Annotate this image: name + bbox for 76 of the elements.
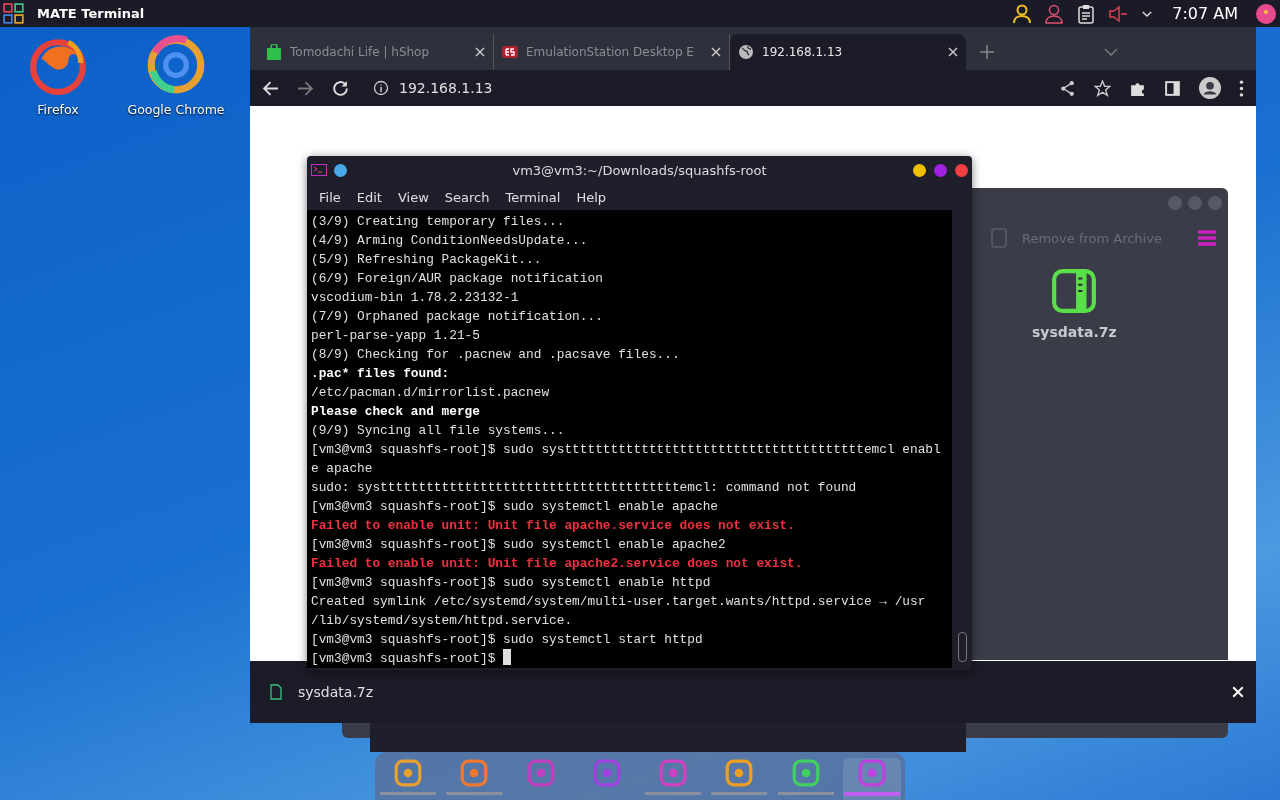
sticky-dot-icon[interactable]: [334, 163, 347, 177]
window-title: vm3@vm3:~/Downloads/squashfs-root: [512, 162, 767, 178]
terminal-line: [vm3@vm3 squashfs-root]$ sudo systemctl enable apache2: [311, 537, 726, 552]
close-button[interactable]: [955, 163, 968, 177]
browser-tab[interactable]: 192.168.1.13: [730, 34, 966, 70]
close-icon[interactable]: [711, 47, 721, 57]
terminal-line: [vm3@vm3 squashfs-root]$ sudo systemctl enable apache: [311, 499, 718, 514]
terminal-line: sudo: systttttttttttttttttttttttttttttttttttttttemcl: command not found: [311, 480, 857, 495]
minimize-button[interactable]: [913, 163, 926, 177]
share-icon[interactable]: [1059, 79, 1076, 97]
address-bar[interactable]: 192.168.1.13: [373, 80, 493, 96]
terminal-line: e apache: [311, 461, 373, 476]
desktop-icon-label[interactable]: Google Chrome: [127, 102, 225, 117]
scrollbar-thumb[interactable]: [958, 632, 967, 662]
terminal-line: (5/9) Refreshing PackageKit...: [311, 252, 542, 267]
more-options-icon[interactable]: [1239, 79, 1244, 97]
terminal-line: [vm3@vm3 squashfs-root]$ sudo systemctl enable httpd: [311, 575, 711, 590]
terminal-icon: [311, 164, 327, 176]
window-control-icon[interactable]: [1208, 196, 1222, 210]
plus-icon[interactable]: [980, 45, 994, 59]
back-arrow-icon[interactable]: [262, 79, 279, 97]
speaker-muted-icon[interactable]: [1108, 3, 1129, 24]
terminal-line: [vm3@vm3 squashfs-root]$: [311, 651, 497, 666]
terminal-line: Created symlink /etc/systemd/system/multi-user.target.wants/httpd.service → /usr: [311, 594, 926, 609]
terminal-line: /lib/systemd/system/httpd.service.: [311, 613, 573, 628]
globe-icon: [738, 44, 754, 60]
active-app-title: MATE Terminal: [37, 6, 145, 21]
terminal-line: .pac* files found:: [311, 366, 450, 381]
avatar-icon[interactable]: [1256, 3, 1276, 24]
person-icon[interactable]: [1044, 3, 1065, 24]
file-icon: [270, 684, 282, 700]
info-icon: [373, 80, 389, 96]
maximize-button[interactable]: [934, 163, 947, 177]
menu-item[interactable]: Search: [436, 189, 498, 205]
clock: 7:07 AM: [1172, 4, 1238, 23]
terminal-line: (9/9) Syncing all file systems...: [311, 423, 565, 438]
menu-item[interactable]: Edit: [348, 189, 390, 205]
close-icon[interactable]: [948, 47, 958, 57]
app-grid-icon[interactable]: [3, 2, 25, 25]
zip-archive-icon[interactable]: [1051, 268, 1098, 314]
terminal-line: /etc/pacman.d/mirrorlist.pacnew: [311, 385, 550, 400]
archive-file-name[interactable]: sysdata.7z: [1032, 324, 1117, 340]
terminal-line: Please check and merge: [311, 404, 480, 419]
forward-arrow-icon[interactable]: [297, 79, 314, 97]
terminal-line: (8/9) Checking for .pacnew and .pacsave files...: [311, 347, 680, 362]
terminal-line: (6/9) Foreign/AUR package notification: [311, 271, 603, 286]
menu-item[interactable]: View: [389, 189, 437, 205]
side-panel-icon[interactable]: [1164, 79, 1181, 97]
terminal-line: Failed to enable unit: Unit file apache2.service does not exist.: [311, 556, 803, 571]
clipboard-icon[interactable]: [1076, 3, 1097, 24]
reload-icon[interactable]: [332, 79, 349, 97]
star-icon[interactable]: [1094, 79, 1111, 97]
shopping-bag-icon: [266, 44, 282, 60]
download-item[interactable]: sysdata.7z: [270, 684, 374, 700]
menu-item[interactable]: Help: [568, 189, 615, 205]
close-icon[interactable]: [475, 47, 485, 57]
text-cursor: [503, 649, 511, 665]
menu-item[interactable]: File: [311, 189, 349, 205]
es-logo-icon: [502, 44, 518, 60]
terminal-line: (3/9) Creating temporary files...: [311, 214, 565, 229]
profile-icon[interactable]: [1199, 77, 1221, 99]
terminal-line: vscodium-bin 1.78.2.23132-1: [311, 290, 519, 305]
ring-logo-icon[interactable]: [145, 34, 207, 96]
window-control-icon[interactable]: [1168, 196, 1182, 210]
menu-icon[interactable]: [1196, 229, 1218, 247]
desktop-icon-label[interactable]: Firefox: [37, 102, 79, 117]
terminal-line: [vm3@vm3 squashfs-root]$ sudo systttttttttttttttttttttttttttttttttttttttemcl enabl: [311, 442, 941, 457]
terminal-line: (4/9) Arming ConditionNeedsUpdate...: [311, 233, 588, 248]
terminal-line: Failed to enable unit: Unit file apache.service does not exist.: [311, 518, 795, 533]
menu-item[interactable]: Terminal: [497, 189, 569, 205]
user-icon[interactable]: [1012, 3, 1033, 24]
document-icon[interactable]: [990, 228, 1010, 248]
terminal-line: [vm3@vm3 squashfs-root]$ sudo systemctl start httpd: [311, 632, 703, 647]
window-control-icon[interactable]: [1188, 196, 1202, 210]
terminal-line: perl-parse-yapp 1.21-5: [311, 328, 480, 343]
terminal-line: (7/9) Orphaned package notification...: [311, 309, 603, 324]
